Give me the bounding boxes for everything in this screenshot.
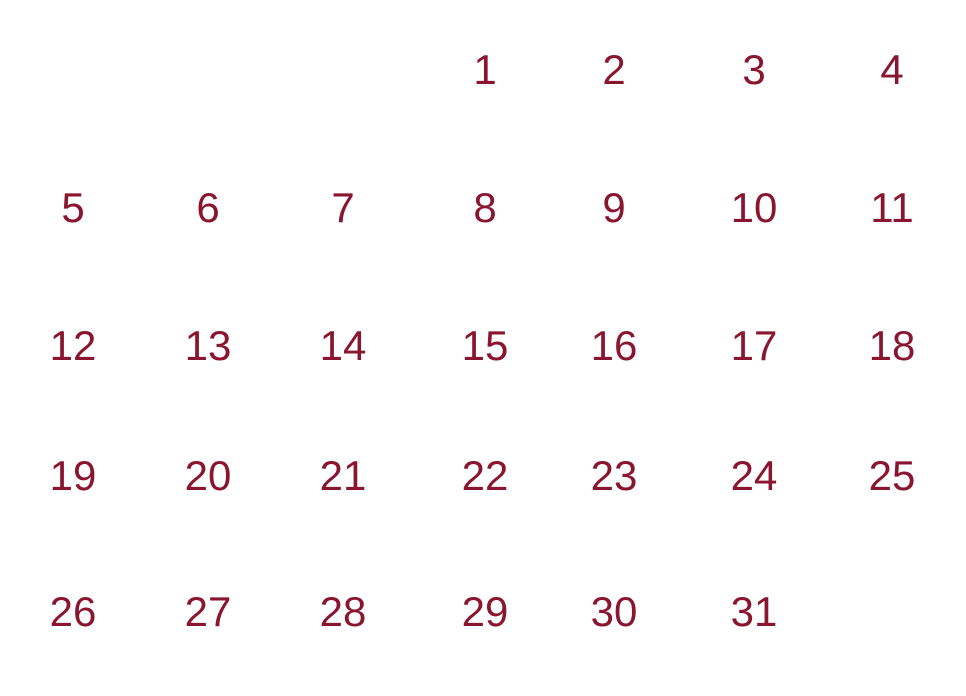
calendar-day-26[interactable]: 26 <box>13 582 133 642</box>
calendar-day-31[interactable]: 31 <box>694 582 814 642</box>
calendar-day-27[interactable]: 27 <box>148 582 268 642</box>
calendar-day-2[interactable]: 2 <box>554 40 674 100</box>
calendar-day-18[interactable]: 18 <box>832 316 952 376</box>
calendar-day-12[interactable]: 12 <box>13 316 133 376</box>
calendar-day-30[interactable]: 30 <box>554 582 674 642</box>
calendar-day-23[interactable]: 23 <box>554 446 674 506</box>
calendar-day-29[interactable]: 29 <box>425 582 545 642</box>
calendar-day-17[interactable]: 17 <box>694 316 814 376</box>
calendar-day-24[interactable]: 24 <box>694 446 814 506</box>
calendar-day-8[interactable]: 8 <box>425 178 545 238</box>
calendar-day-7[interactable]: 7 <box>283 178 403 238</box>
calendar-day-20[interactable]: 20 <box>148 446 268 506</box>
calendar-day-22[interactable]: 22 <box>425 446 545 506</box>
calendar-day-14[interactable]: 14 <box>283 316 403 376</box>
calendar-day-5[interactable]: 5 <box>13 178 133 238</box>
calendar-day-3[interactable]: 3 <box>694 40 814 100</box>
calendar-month-grid: 1 2 3 4 5 6 7 8 9 10 11 12 13 14 15 16 17 18 19 20 21 22 23 24 2… <box>0 0 966 696</box>
calendar-day-1[interactable]: 1 <box>425 40 545 100</box>
calendar-day-10[interactable]: 10 <box>694 178 814 238</box>
calendar-day-11[interactable]: 11 <box>832 178 952 238</box>
calendar-day-4[interactable]: 4 <box>832 40 952 100</box>
calendar-day-16[interactable]: 16 <box>554 316 674 376</box>
calendar-day-19[interactable]: 19 <box>13 446 133 506</box>
calendar-day-6[interactable]: 6 <box>148 178 268 238</box>
calendar-day-25[interactable]: 25 <box>832 446 952 506</box>
calendar-day-28[interactable]: 28 <box>283 582 403 642</box>
calendar-day-13[interactable]: 13 <box>148 316 268 376</box>
calendar-day-9[interactable]: 9 <box>554 178 674 238</box>
calendar-day-21[interactable]: 21 <box>283 446 403 506</box>
calendar-day-15[interactable]: 15 <box>425 316 545 376</box>
